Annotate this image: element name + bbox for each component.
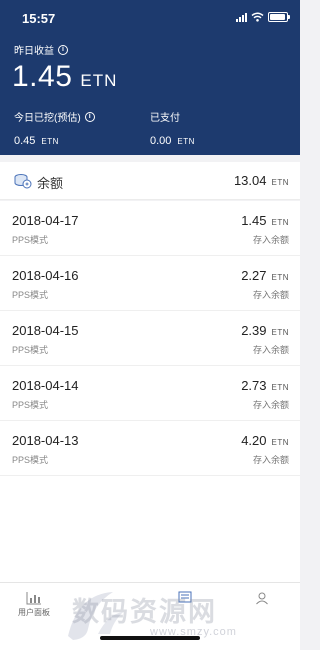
record-date: 2018-04-13 — [12, 433, 79, 448]
record-amount-unit: ETN — [271, 273, 289, 282]
balance-label: 余额 — [37, 176, 64, 191]
tab-dashboard-label: 用户面板 — [18, 608, 50, 617]
record-date: 2018-04-14 — [12, 378, 79, 393]
yesterday-label-text: 昨日收益 — [14, 46, 54, 57]
user-icon — [256, 592, 268, 605]
list-item[interactable]: 2018-04-17 PPS模式 1.45 ETN 存入余额 — [0, 201, 300, 256]
balance-amount: 13.04 — [233, 173, 267, 188]
status-bar: 15:57 — [0, 0, 300, 34]
tab-dashboard[interactable]: 用户面板 — [18, 591, 50, 618]
info-icon[interactable]: i — [84, 111, 95, 122]
record-date: 2018-04-16 — [12, 268, 79, 283]
list-item[interactable]: 2018-04-14 PPS模式 2.73 ETN 存入余额 — [0, 366, 300, 421]
today-mined-value: 0.45 — [14, 135, 36, 147]
record-amount-unit: ETN — [271, 328, 289, 337]
record-amount-value: 2.27 — [241, 268, 267, 283]
chart-icon — [26, 592, 41, 605]
record-amount-value: 2.39 — [241, 323, 267, 338]
record-mode: PPS模式 — [12, 400, 49, 410]
watermark-text: 数码资源网 — [72, 597, 217, 627]
record-amount-value: 1.45 — [241, 213, 267, 228]
record-amount: 2.73 ETN — [241, 378, 289, 393]
paid-value: 0.00 — [150, 135, 172, 147]
tab-settings[interactable] — [255, 591, 269, 605]
record-mode: PPS模式 — [12, 235, 49, 245]
record-amount: 4.20 ETN — [241, 433, 289, 448]
record-note: 存入余额 — [252, 400, 289, 410]
record-note: 存入余额 — [252, 345, 289, 355]
record-amount-unit: ETN — [271, 218, 289, 227]
record-note: 存入余额 — [252, 235, 289, 245]
yesterday-earnings-label: 昨日收益 i — [14, 42, 68, 57]
balance-row[interactable]: 余额 13.04 ETN — [0, 162, 300, 200]
today-mined: 今日已挖(预估) i 0.45 ETN — [14, 109, 95, 147]
coins-icon — [14, 174, 32, 189]
yesterday-earnings-value: 1.45 ETN — [12, 60, 117, 94]
record-mode: PPS模式 — [12, 455, 49, 465]
record-date: 2018-04-15 — [12, 323, 79, 338]
paid-unit: ETN — [177, 137, 195, 146]
today-mined-label: 今日已挖(预估) — [14, 113, 81, 124]
record-amount-value: 4.20 — [241, 433, 267, 448]
record-amount-unit: ETN — [271, 383, 289, 392]
paid-label: 已支付 — [150, 113, 180, 124]
home-indicator[interactable] — [100, 636, 200, 640]
battery-icon — [268, 12, 290, 22]
yesterday-amount: 1.45 — [12, 60, 73, 93]
earnings-header: 15:57 昨日收益 i 1.45 ETN 今日已挖(预估) i 0.45 ET… — [0, 0, 300, 155]
balance-value: 13.04 ETN — [234, 173, 289, 188]
record-amount-unit: ETN — [271, 438, 289, 447]
list-item[interactable]: 2018-04-16 PPS模式 2.27 ETN 存入余额 — [0, 256, 300, 311]
record-note: 存入余额 — [252, 455, 289, 465]
status-time: 15:57 — [22, 11, 56, 26]
cellular-signal-icon — [236, 12, 247, 22]
yesterday-unit: ETN — [80, 71, 118, 90]
record-amount: 2.27 ETN — [241, 268, 289, 283]
list-item[interactable]: 2018-04-15 PPS模式 2.39 ETN 存入余额 — [0, 311, 300, 366]
record-amount: 2.39 ETN — [241, 323, 289, 338]
status-icons — [236, 12, 290, 22]
info-icon[interactable]: i — [58, 44, 68, 55]
earnings-list: 2018-04-17 PPS模式 1.45 ETN 存入余额 2018-04-1… — [0, 201, 300, 476]
record-date: 2018-04-17 — [12, 213, 79, 228]
list-empty-area — [0, 476, 300, 582]
wifi-icon — [251, 12, 264, 22]
today-mined-unit: ETN — [41, 137, 59, 146]
balance-unit: ETN — [271, 178, 289, 187]
record-mode: PPS模式 — [12, 290, 49, 300]
record-amount-value: 2.73 — [241, 378, 267, 393]
list-item[interactable]: 2018-04-13 PPS模式 4.20 ETN 存入余额 — [0, 421, 300, 476]
record-amount: 1.45 ETN — [241, 213, 289, 228]
paid-amount: 已支付 0.00 ETN — [150, 109, 195, 147]
record-note: 存入余额 — [252, 290, 289, 300]
record-mode: PPS模式 — [12, 345, 49, 355]
